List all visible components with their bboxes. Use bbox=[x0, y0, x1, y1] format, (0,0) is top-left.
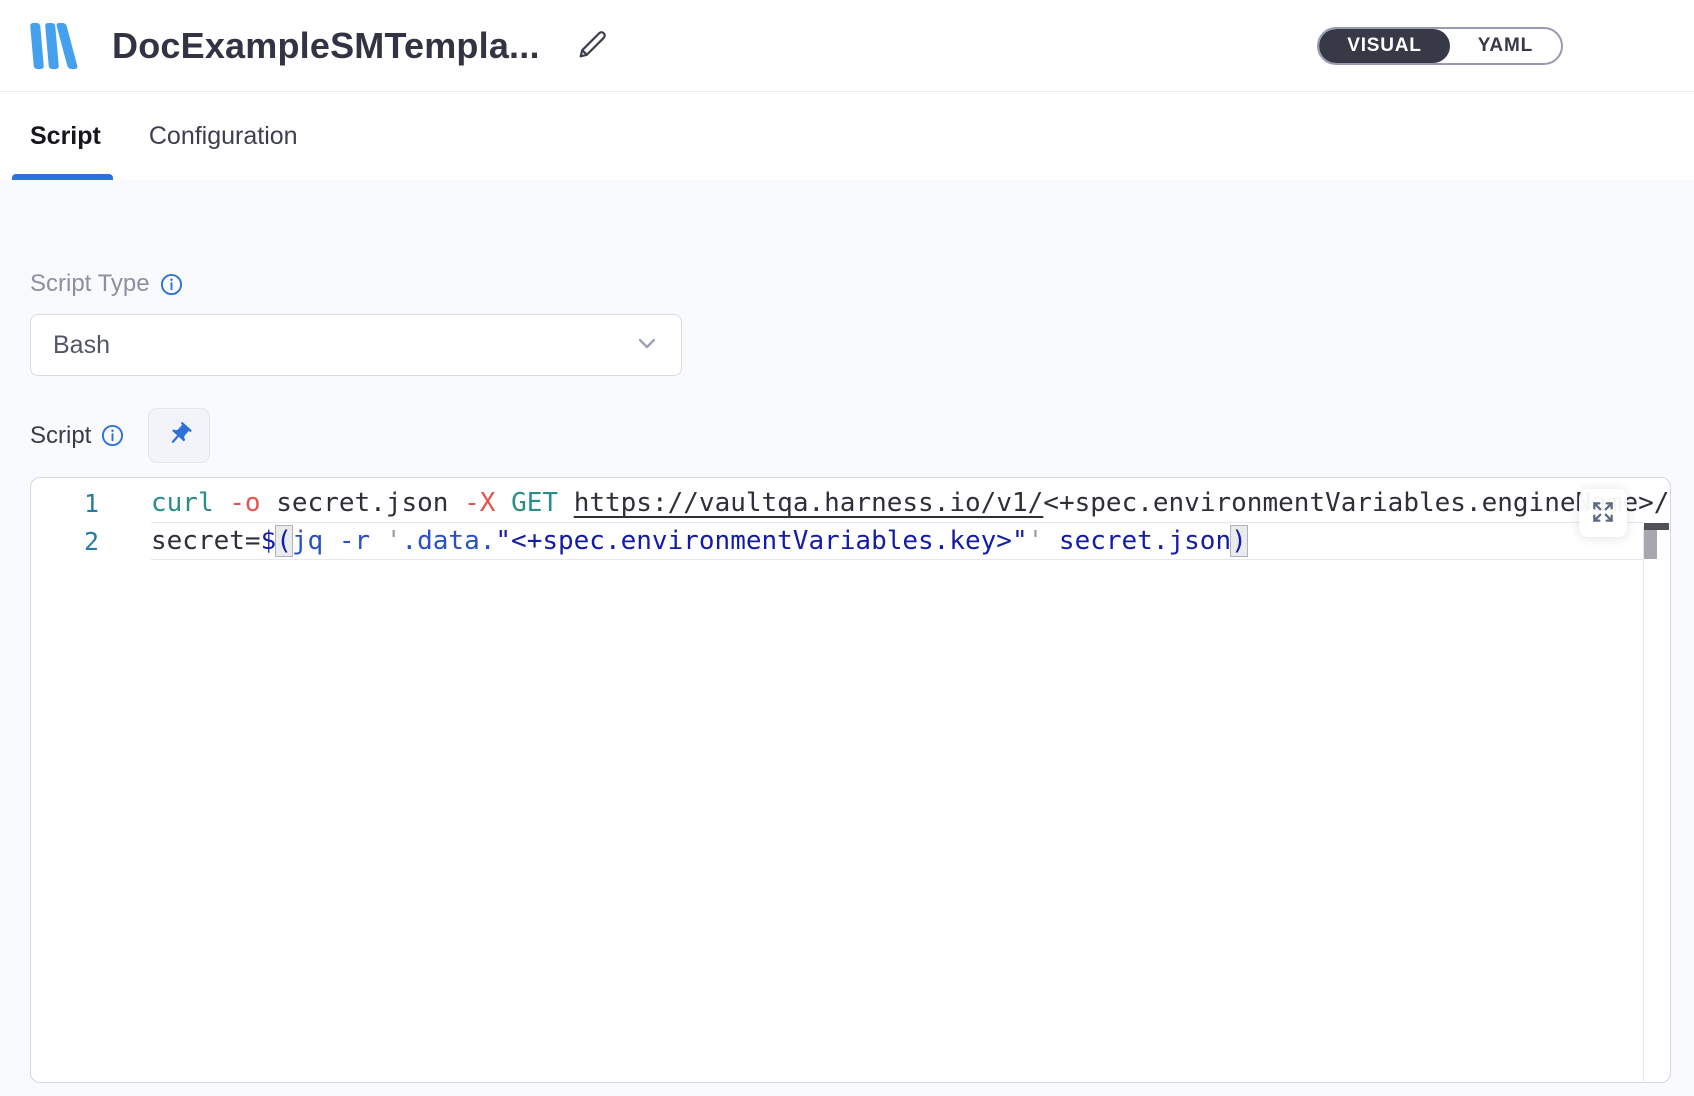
scrollbar-thumb[interactable] bbox=[1644, 530, 1657, 559]
code-token: -o bbox=[229, 488, 260, 518]
line-number: 1 bbox=[31, 489, 99, 518]
code-line[interactable]: 2secret=$(jq -r '.data."<+spec.environme… bbox=[31, 522, 1670, 560]
tab-script[interactable]: Script bbox=[30, 92, 101, 180]
code-token: ' bbox=[386, 526, 402, 556]
code-token: GET bbox=[511, 488, 558, 518]
expand-editor-button[interactable] bbox=[1579, 489, 1627, 537]
info-circle-icon[interactable] bbox=[101, 424, 124, 447]
script-type-value: Bash bbox=[53, 331, 110, 360]
code-rows: 1 curl -o secret.json -X GET https://vaul… bbox=[31, 478, 1670, 560]
code-token: secret.json bbox=[1043, 526, 1231, 556]
code-token: curl bbox=[151, 488, 214, 518]
expand-fullscreen-icon bbox=[1590, 499, 1616, 528]
code-token bbox=[558, 488, 574, 518]
header: DocExampleSMTempla... VISUAL YAML bbox=[0, 0, 1694, 92]
pencil-icon bbox=[574, 25, 612, 66]
pin-script-button[interactable] bbox=[148, 408, 210, 463]
code-token: ) bbox=[1231, 526, 1247, 556]
script-panel: Script Type Bash Script bbox=[0, 180, 1694, 1096]
line-number: 2 bbox=[31, 527, 99, 556]
template-title: DocExampleSMTempla... bbox=[112, 25, 540, 67]
code-token bbox=[214, 488, 230, 518]
chevron-down-icon bbox=[635, 331, 659, 360]
code-text: curl -o secret.json -X GET https://vault… bbox=[151, 484, 1669, 522]
code-token: <+spec.environmentVariables.engineName>/ bbox=[1043, 488, 1669, 518]
code-token: secret.json bbox=[261, 488, 465, 518]
edit-title-button[interactable] bbox=[574, 25, 612, 66]
script-editor[interactable]: 1 curl -o secret.json -X GET https://vaul… bbox=[30, 477, 1671, 1083]
template-step-page: DocExampleSMTempla... VISUAL YAML Script… bbox=[0, 0, 1694, 1096]
code-line[interactable]: 1 curl -o secret.json -X GET https://vaul… bbox=[31, 484, 1670, 522]
info-circle-icon[interactable] bbox=[160, 273, 183, 296]
code-token: https://vaultqa.harness.io/v1/ bbox=[574, 488, 1044, 518]
code-token: ' bbox=[1028, 526, 1044, 556]
code-text: secret=$(jq -r '.data."<+spec.environmen… bbox=[151, 522, 1247, 560]
script-type-select[interactable]: Bash bbox=[30, 314, 682, 376]
code-token: "<+spec.environmentVariables.key>" bbox=[495, 526, 1027, 556]
mode-toggle: VISUAL YAML bbox=[1317, 27, 1563, 65]
scrollbar-track bbox=[1643, 526, 1644, 1081]
toggle-yaml[interactable]: YAML bbox=[1450, 29, 1561, 63]
toggle-visual[interactable]: VISUAL bbox=[1319, 29, 1449, 63]
script-type-label: Script Type bbox=[30, 270, 150, 298]
code-token: secret= bbox=[151, 526, 261, 556]
code-token: $ bbox=[261, 526, 277, 556]
overview-ruler-cursor-marker bbox=[1644, 523, 1669, 530]
code-token: jq -r bbox=[292, 526, 386, 556]
template-library-icon bbox=[30, 21, 82, 71]
code-token: .data. bbox=[401, 526, 495, 556]
code-token: ( bbox=[276, 526, 292, 556]
pushpin-icon bbox=[166, 421, 193, 451]
code-token: -X bbox=[464, 488, 495, 518]
code-token bbox=[495, 488, 511, 518]
tab-bar: Script Configuration bbox=[0, 92, 1694, 180]
tab-configuration[interactable]: Configuration bbox=[149, 92, 298, 180]
script-label: Script bbox=[30, 422, 91, 450]
